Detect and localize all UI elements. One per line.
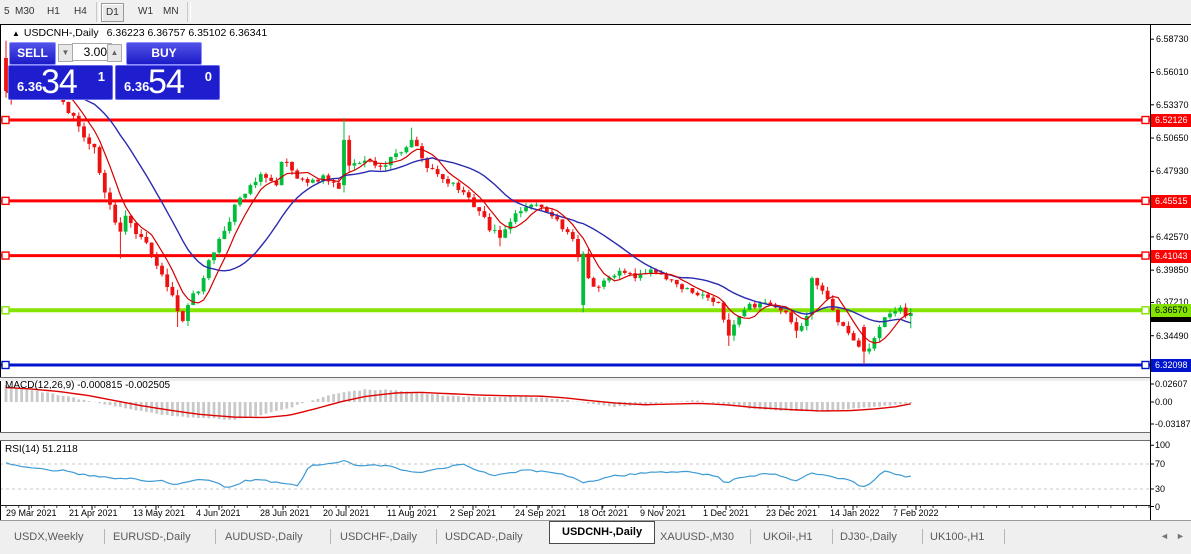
ask-price-box[interactable]: 6.36 54 0	[115, 65, 220, 100]
date-label: 11 Aug 2021	[387, 508, 437, 519]
support-badge-green: 6.36570	[1151, 304, 1191, 317]
date-label: 9 Nov 2021	[640, 508, 686, 519]
price-axis-label: 6.56010	[1156, 66, 1191, 78]
bid-price-base: 6.36	[17, 79, 42, 94]
date-label: 20 Jul 2021	[323, 508, 370, 519]
rsi-bottom-border	[0, 505, 1150, 506]
ask-price-base: 6.36	[124, 79, 149, 94]
support-badge-blue: 6.32098	[1151, 359, 1191, 372]
tab-separator	[1004, 529, 1005, 544]
timeframe-button-d1[interactable]: D1	[101, 3, 124, 22]
chart-tab-uk100-h1[interactable]: UK100-,H1	[930, 530, 984, 544]
rsi-axis-label: 0	[1155, 501, 1191, 513]
tab-separator	[104, 529, 105, 544]
ma-slow-line[interactable]	[6, 89, 911, 323]
tab-separator	[330, 529, 331, 544]
tab-separator	[832, 529, 833, 544]
macd-indicator-label: MACD(12,26,9) -0.000815 -0.002505	[5, 380, 170, 391]
price-axis-label: 6.58730	[1156, 33, 1191, 45]
date-label: 4 Jun 2021	[196, 508, 241, 519]
price-axis-label: 6.39850	[1156, 264, 1191, 276]
volume-decrement-button[interactable]: ▼	[58, 44, 73, 62]
rsi-axis-label: 70	[1155, 458, 1191, 470]
bid-price-box[interactable]: 6.36 34 1	[8, 65, 113, 100]
price-axis-label: 6.50650	[1156, 132, 1191, 144]
chart-tab-usdcad-daily[interactable]: USDCAD-,Daily	[445, 530, 523, 544]
volume-increment-button[interactable]: ▲	[107, 44, 122, 62]
resistance-badge-3: 6.41043	[1151, 250, 1191, 263]
date-label: 29 Mar 2021	[6, 508, 57, 519]
date-label: 28 Jun 2021	[260, 508, 310, 519]
macd-axis-label: 0.02607	[1155, 378, 1191, 390]
ohlc-values: 6.36223 6.36757 6.35102 6.36341	[107, 27, 268, 39]
ask-price-big: 54	[148, 63, 184, 102]
timeframe-button-mn[interactable]: MN	[159, 3, 183, 20]
price-axis-label: 6.42570	[1156, 231, 1191, 243]
bid-price-big: 34	[41, 63, 77, 102]
chart-left-border	[0, 24, 1, 521]
date-label: 13 May 2021	[133, 508, 185, 519]
timeframe-button-h4[interactable]: H4	[70, 3, 91, 20]
date-label: 18 Oct 2021	[579, 508, 628, 519]
tab-separator	[750, 529, 751, 544]
toolbar-separator	[96, 2, 100, 22]
date-label: 2 Sep 2021	[450, 508, 496, 519]
chart-tab-usdcnh-daily[interactable]: USDCNH-,Daily	[562, 525, 642, 539]
rsi-top-border	[0, 440, 1150, 441]
tab-scroll-left-icon[interactable]: ◄	[1160, 531, 1169, 541]
rsi-indicator-label: RSI(14) 51.2118	[5, 444, 78, 455]
chart-tab-xauusd-m30[interactable]: XAUUSD-,M30	[660, 530, 734, 544]
ask-price-pip: 0	[205, 69, 212, 84]
price-axis-border	[1150, 24, 1151, 521]
chart-tab-eurusd-daily[interactable]: EURUSD-,Daily	[113, 530, 191, 544]
tab-separator	[922, 529, 923, 544]
rsi-axis-label: 100	[1155, 439, 1191, 451]
chart-tab-dj30-daily[interactable]: DJ30-,Daily	[840, 530, 897, 544]
chart-symbol-period: USDCNH-,Daily	[24, 27, 99, 39]
date-label: 1 Dec 2021	[703, 508, 749, 519]
mt4-terminal: 5M30H1H4D1W1MN ▲USDCNH-,Daily6.36223 6.3…	[0, 0, 1191, 554]
one-click-trading-panel: SELL ▼ 3.00 ▲ BUY 6.36 34 1 6.36 54 0	[8, 41, 222, 101]
horizontal-line-objects[interactable]	[0, 117, 1150, 369]
splitter-band-2[interactable]	[0, 433, 1150, 440]
volume-input[interactable]: 3.00	[72, 43, 112, 61]
buy-button[interactable]: BUY	[126, 42, 202, 65]
splitter-band-1[interactable]	[0, 378, 1150, 381]
ma-fast-line[interactable]	[6, 86, 911, 343]
resistance-badge-2: 6.45515	[1151, 195, 1191, 208]
tab-scroll-right-icon[interactable]: ►	[1176, 531, 1185, 541]
timeframe-button-h1[interactable]: H1	[43, 3, 64, 20]
date-label: 14 Jan 2022	[830, 508, 880, 519]
price-axis-label: 6.53370	[1156, 99, 1191, 111]
chart-tab-audusd-daily[interactable]: AUDUSD-,Daily	[225, 530, 303, 544]
symbol-arrow-icon: ▲	[12, 29, 20, 38]
tab-separator	[215, 529, 216, 544]
bid-price-pip: 1	[98, 69, 105, 84]
date-label: 23 Dec 2021	[766, 508, 817, 519]
chart-tab-usdx-weekly[interactable]: USDX,Weekly	[14, 530, 83, 544]
timeframe-button-m30[interactable]: M30	[11, 3, 38, 20]
macd-axis-label: 0.00	[1155, 396, 1191, 408]
toolbar-separator	[187, 2, 191, 22]
chart-title: ▲ USDCNH-,Daily 6.36223 6.36757 6.35102 6.…	[12, 27, 267, 39]
price-axis-label: 6.34490	[1156, 330, 1191, 342]
chart-tab-bar: USDX,Weekly EURUSD-,Daily AUDUSD-,Daily USD…	[0, 521, 1191, 554]
date-label: 24 Sep 2021	[515, 508, 566, 519]
price-axis-label: 6.47930	[1156, 165, 1191, 177]
resistance-badge-1: 6.52126	[1151, 114, 1191, 127]
rsi-axis-label: 30	[1155, 483, 1191, 495]
macd-axis-label: -0.031872	[1155, 418, 1191, 430]
timeframe-button-w1[interactable]: W1	[134, 3, 157, 20]
tab-separator	[436, 529, 437, 544]
timeframe-toolbar: 5M30H1H4D1W1MN	[0, 0, 1191, 25]
chart-tab-usdchf-daily[interactable]: USDCHF-,Daily	[340, 530, 417, 544]
date-label: 21 Apr 2021	[69, 508, 118, 519]
date-label: 7 Feb 2022	[893, 508, 939, 519]
chart-tab-ukoil-h1[interactable]: UKOil-,H1	[763, 530, 813, 544]
sell-button[interactable]: SELL	[9, 42, 56, 65]
